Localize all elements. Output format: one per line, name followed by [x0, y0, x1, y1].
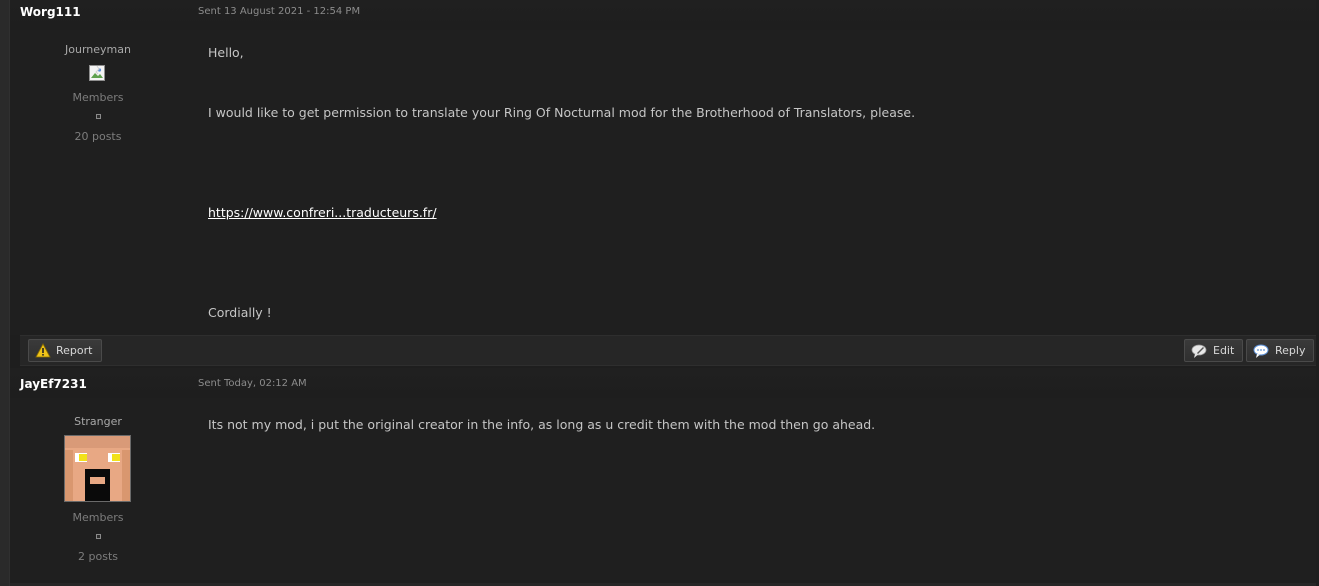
member-rank: Journeyman [65, 43, 131, 56]
edit-bubble-icon [1191, 343, 1207, 359]
post-count: 20 posts [74, 130, 122, 143]
author-name-link[interactable]: JayEf7231 [20, 377, 87, 391]
translators-link[interactable]: https://www.confreri...traducteurs.fr/ [208, 205, 437, 220]
sent-timestamp: Sent 13 August 2021 - 12:54 PM [198, 6, 361, 17]
edit-label: Edit [1213, 344, 1235, 357]
post-action-bar: Report Edit Reply [20, 335, 1316, 366]
member-group: Members [72, 511, 124, 524]
message-body: Its not my mod, i put the original creat… [208, 417, 876, 432]
broken-image-icon[interactable] [89, 65, 105, 81]
separator-dot [96, 534, 101, 539]
report-button[interactable]: Report [28, 339, 102, 362]
message-request: I would like to get permission to transl… [208, 105, 916, 120]
member-group: Members [72, 91, 124, 104]
warning-triangle-icon [35, 343, 51, 359]
message-post: JayEf7231 Sent Today, 02:12 AM Stranger [10, 368, 1316, 586]
separator-dot [96, 114, 101, 119]
edit-button[interactable]: Edit [1184, 339, 1243, 362]
report-label: Report [56, 344, 93, 357]
reply-label: Reply [1275, 344, 1306, 357]
avatar[interactable] [64, 435, 131, 502]
author-name-link[interactable]: Worg111 [20, 5, 81, 19]
post-count: 2 posts [78, 550, 118, 563]
reply-button[interactable]: Reply [1246, 339, 1314, 362]
sent-timestamp: Sent Today, 02:12 AM [198, 378, 307, 389]
message-greeting: Hello, [208, 45, 244, 60]
member-rank: Stranger [74, 415, 122, 428]
reply-bubble-icon [1253, 343, 1269, 359]
left-rail [0, 0, 10, 586]
message-thread: Worg111 Sent 13 August 2021 - 12:54 PM J… [0, 0, 1319, 586]
message-post: Worg111 Sent 13 August 2021 - 12:54 PM J… [10, 0, 1316, 335]
message-closing: Cordially ! [208, 305, 272, 320]
